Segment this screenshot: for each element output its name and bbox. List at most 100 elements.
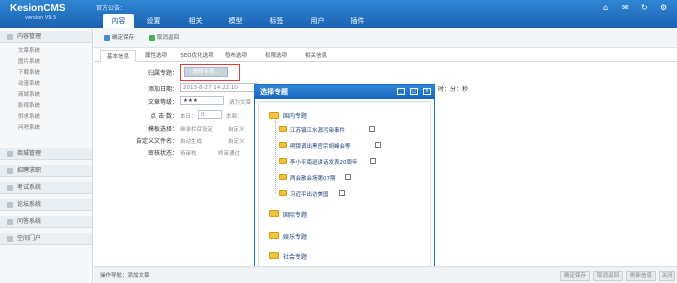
sidebar-item-ask[interactable]: 问吧系统 (18, 124, 40, 133)
subtab-permission[interactable]: 权限选项 (258, 50, 294, 62)
level-select[interactable]: ★★★ (180, 96, 224, 105)
home-icon[interactable]: ⌂ (603, 3, 608, 12)
forum-icon (7, 201, 13, 208)
template-option-inherit[interactable]: 继承栏目设定 (180, 125, 213, 133)
select-topic-button[interactable]: 选择专题... (184, 67, 228, 77)
status-cancel-button[interactable]: 取消返回 (593, 271, 623, 281)
topic-icon (279, 174, 287, 180)
status-refresh-button[interactable]: 刷新信息 (626, 271, 656, 281)
topic-checkbox[interactable] (370, 158, 376, 164)
sidebar-item-anime[interactable]: 动漫系统 (18, 80, 40, 89)
subtab-basic[interactable]: 基本信息 (100, 50, 136, 62)
audit-option-approved[interactable]: 终审通过 (218, 149, 240, 157)
app-logo: KesionCMS (10, 3, 66, 14)
dialog-titlebar[interactable]: 选择专题 _ □ × (255, 85, 434, 99)
subtab-related[interactable]: 相关信息 (298, 50, 334, 62)
refresh-icon[interactable]: ↻ (641, 3, 648, 12)
filename-label: 自定义文件名： (135, 138, 178, 145)
subtab-attributes[interactable]: 属性选项 (138, 50, 174, 62)
folder-icon (269, 112, 279, 119)
date-input[interactable]: 2013-8-27 14:22:10 (180, 83, 258, 92)
sidebar-section-space[interactable]: 空间门户 (0, 233, 92, 245)
nav-tab-content[interactable]: 内容 (103, 14, 134, 28)
cancel-button[interactable]: 取消返回 (149, 33, 179, 41)
topic-item-label: 明镜调出黑官宗胡峰会等 (290, 144, 351, 150)
folder-icon (269, 210, 279, 217)
sidebar-item-supply[interactable]: 供求系统 (18, 113, 40, 122)
mail-icon[interactable]: ✉ (622, 3, 629, 12)
topic-item-label: 李小平南巡讲话发表20周年 (290, 160, 358, 166)
nav-tab-tags[interactable]: 标签 (261, 14, 292, 28)
nav-tab-related[interactable]: 相关 (180, 14, 211, 28)
sidebar-item-movie[interactable]: 影视系统 (18, 102, 40, 111)
nav-tab-model[interactable]: 模型 (220, 14, 251, 28)
status-bar: 操作导航：添加文章 确定保存 取消返回 刷新信息 关闭 (94, 266, 677, 283)
level-hint: 请为文章 (229, 100, 252, 106)
app-version: version V9.5 (25, 15, 57, 21)
topic-checkbox[interactable] (369, 126, 375, 132)
save-icon (104, 34, 110, 41)
template-label: 模板选择： (147, 126, 178, 133)
folder-icon (269, 252, 279, 259)
audit-label: 审核状态： (147, 150, 178, 157)
topic-group-entertainment[interactable]: 娱乐专题 (283, 232, 307, 241)
nav-tab-plugins[interactable]: 插件 (342, 14, 373, 28)
top-bar: KesionCMS version V9.5 官方公告： 内容 设置 相关 模型… (0, 0, 677, 28)
subtab-bar: 基本信息 属性选项 SEO优化选项 發布选项 权限选项 相关信息 (94, 48, 677, 62)
minimize-icon[interactable]: _ (397, 88, 405, 95)
topic-tree: 国内专题 江苏镇江水源污染事件 明镜调出黑官宗胡峰会等 李小平南巡讲话发表20周… (258, 101, 431, 282)
sidebar-header-content[interactable]: 内容管理 (0, 31, 92, 43)
sidebar-item-download[interactable]: 下载系统 (18, 69, 40, 78)
topic-icon (279, 142, 287, 148)
subtab-publish[interactable]: 發布选项 (218, 50, 254, 62)
topic-icon (279, 158, 287, 164)
topic-checkbox[interactable] (339, 190, 345, 196)
nav-tab-settings[interactable]: 设置 (138, 14, 169, 28)
status-close-button[interactable]: 关闭 (659, 271, 675, 281)
filename-option-auto[interactable]: 自动生成 (180, 137, 202, 145)
save-button[interactable]: 确定保存 (104, 33, 134, 41)
topic-group-domestic[interactable]: 国内专题 (283, 111, 307, 120)
topic-item-label: 习近平出访美国 (290, 192, 329, 198)
topic-checkbox[interactable] (345, 174, 351, 180)
topic-checkbox[interactable] (375, 142, 381, 148)
sidebar-section-exam[interactable]: 考试系统 (0, 182, 92, 194)
template-option-custom[interactable]: 自定义 (228, 125, 245, 133)
status-save-button[interactable]: 确定保存 (560, 271, 590, 281)
sidebar-item-article[interactable]: 文章系统 (18, 47, 40, 56)
sidebar-item-shop[interactable]: 商城系统 (18, 91, 40, 100)
maximize-icon[interactable]: □ (410, 88, 418, 95)
topic-item-label: 江苏镇江水源污染事件 (290, 128, 346, 134)
date-label: 添加日期： (147, 86, 178, 93)
tree-line (275, 121, 276, 193)
subtab-seo[interactable]: SEO优化选项 (176, 50, 218, 62)
filename-option-custom[interactable]: 自定义 (228, 137, 245, 145)
settings-icon[interactable]: ⚙ (660, 3, 667, 12)
hits-day-input[interactable]: 0 (198, 110, 222, 119)
back-icon (149, 34, 155, 41)
topic-group-international[interactable]: 国际专题 (283, 210, 307, 219)
sidebar-section-shop[interactable]: 商城管理 (0, 148, 92, 160)
sidebar-section-qa[interactable]: 问答系统 (0, 216, 92, 228)
time-hint: 时：分：秒 (438, 86, 469, 93)
sidebar: 内容管理 文章系统 图片系统 下载系统 动漫系统 商城系统 影视系统 供求系统 … (0, 28, 93, 283)
hits-day-label: 本日： (180, 114, 197, 120)
level-label: 文章等级： (147, 99, 178, 106)
close-icon[interactable]: × (423, 88, 431, 95)
sidebar-section-forum[interactable]: 论坛系统 (0, 199, 92, 211)
sidebar-item-photo[interactable]: 图片系统 (18, 58, 40, 67)
operation-nav: 操作导航：添加文章 (100, 273, 150, 279)
folder-icon (269, 232, 279, 239)
topic-item-label: 两会散会场第07期 (290, 176, 336, 182)
topic-icon (279, 190, 287, 196)
sidebar-section-jobs[interactable]: 招聘求职 (0, 165, 92, 177)
topic-group-society[interactable]: 社会专题 (283, 252, 307, 261)
notice-label: 官方公告： (96, 5, 127, 12)
audit-option-pending[interactable]: 待审核 (180, 149, 197, 157)
qa-icon (7, 218, 13, 225)
shop-icon (7, 150, 13, 157)
hits-week-label: 本周： (226, 114, 243, 120)
nav-tab-users[interactable]: 用户 (302, 14, 333, 28)
topic-dialog: 选择专题 _ □ × 国内专题 江苏镇江水源污染事件 明镜调出黑官宗胡峰会等 李… (254, 84, 435, 283)
exam-icon (7, 184, 13, 191)
